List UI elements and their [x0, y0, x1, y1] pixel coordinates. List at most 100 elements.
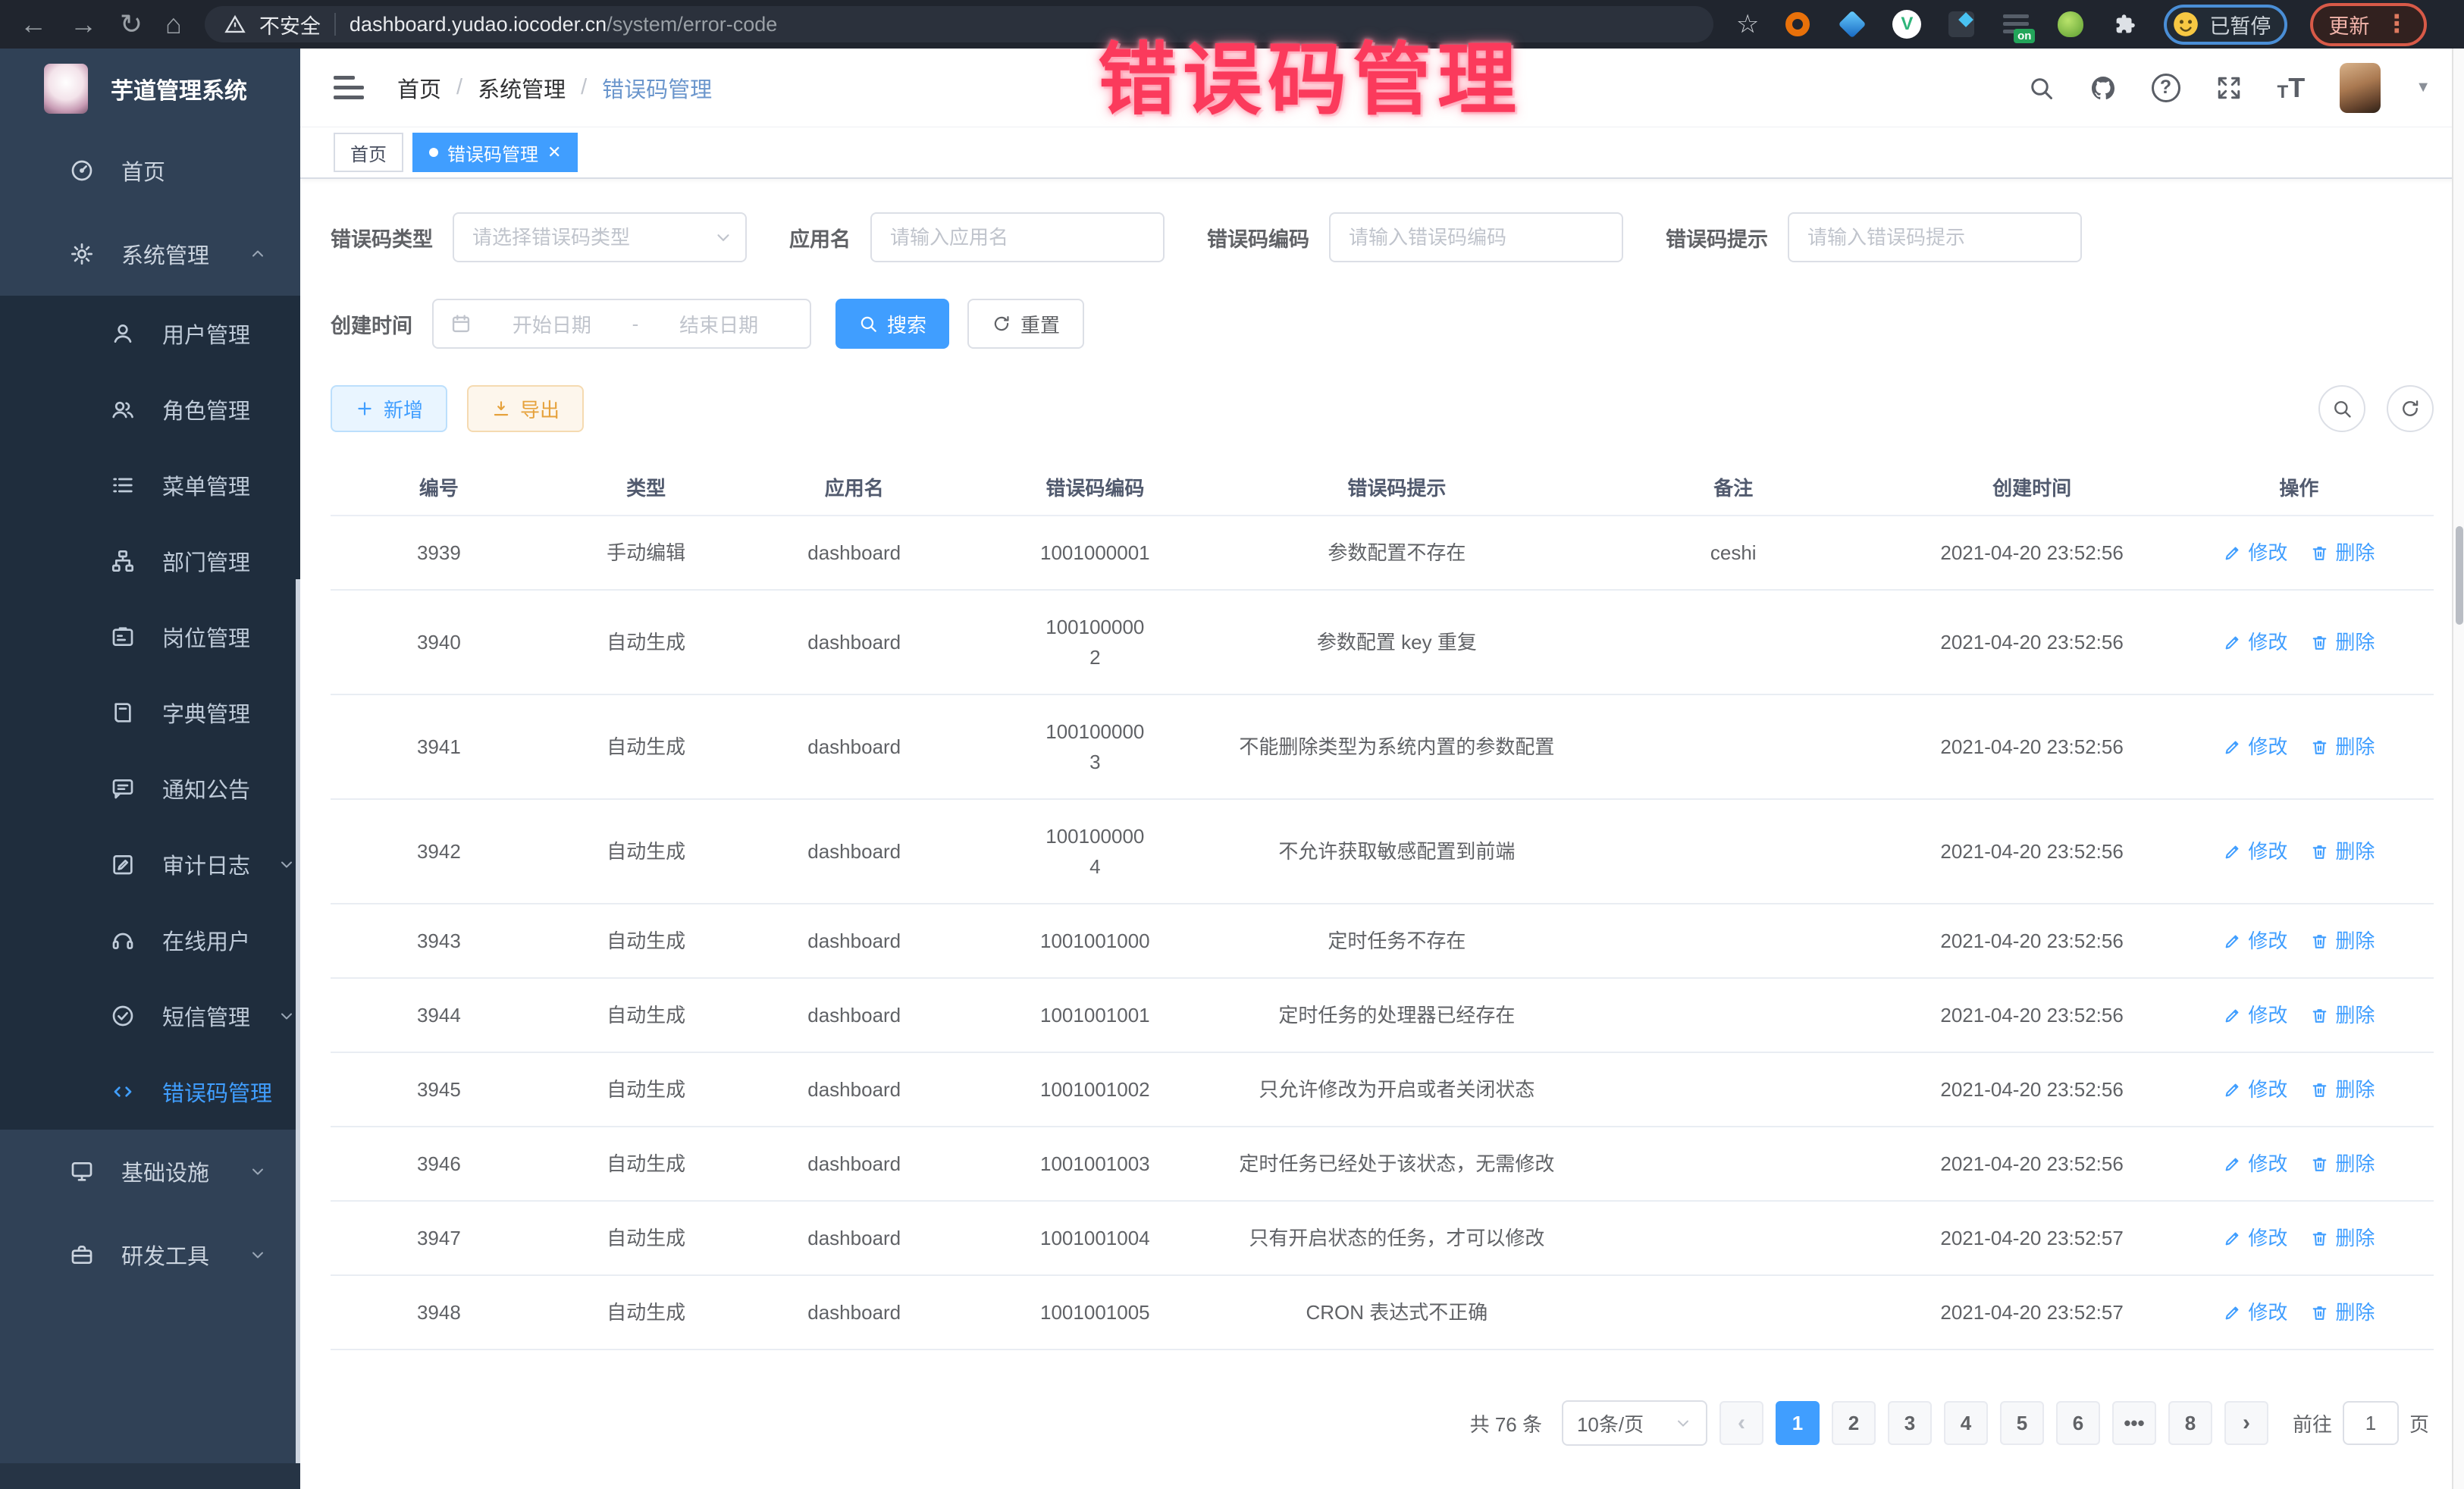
browser-forward-icon[interactable]: →: [70, 11, 97, 38]
edit-link[interactable]: 修改: [2223, 538, 2287, 568]
prev-page-button[interactable]: ‹: [1719, 1401, 1763, 1445]
page-button-4[interactable]: 4: [1944, 1401, 1988, 1445]
goto-page-input[interactable]: [2343, 1401, 2399, 1445]
sidebar-item-home[interactable]: 首页: [0, 129, 300, 212]
sidebar-item-audit-log[interactable]: 审计日志: [0, 826, 300, 902]
toggle-search-button[interactable]: [2318, 385, 2365, 432]
edit-link[interactable]: 修改: [2223, 1149, 2287, 1179]
extension-switch-icon[interactable]: on: [2000, 8, 2032, 40]
list-icon: [111, 473, 135, 497]
edit-link[interactable]: 修改: [2223, 1000, 2287, 1030]
sidebar-item-post-management[interactable]: 岗位管理: [0, 599, 300, 675]
sidebar-item-notice-announcement[interactable]: 通知公告: [0, 751, 300, 826]
scrollbar-thumb[interactable]: [2456, 526, 2463, 625]
sidebar-item-menu-management[interactable]: 菜单管理: [0, 447, 300, 523]
edit-link[interactable]: 修改: [2223, 732, 2287, 762]
url-path: /system/error-code: [607, 13, 777, 36]
browser-update-button[interactable]: 更新 ⋮: [2310, 3, 2427, 46]
extension-vue-devtools-icon[interactable]: V: [1891, 8, 1923, 40]
emoji-face-icon: [2171, 10, 2200, 39]
edit-link[interactable]: 修改: [2223, 627, 2287, 657]
extensions-puzzle-icon[interactable]: [2109, 8, 2141, 40]
sidebar-item-system-management[interactable]: 系统管理: [0, 212, 300, 296]
font-size-icon[interactable]: TT: [2277, 74, 2306, 102]
extension-spy-icon[interactable]: [2055, 8, 2086, 40]
page-button-6[interactable]: 6: [2056, 1401, 2100, 1445]
fullscreen-icon[interactable]: [2215, 74, 2243, 102]
extension-grid-icon[interactable]: [1945, 8, 1977, 40]
table-row: 3939 手动编辑 dashboard 1001000001 参数配置不存在 c…: [331, 516, 2434, 591]
delete-link[interactable]: 删除: [2310, 732, 2375, 762]
sidebar-collapse-bar[interactable]: [0, 1463, 300, 1489]
delete-link[interactable]: 删除: [2310, 1000, 2375, 1030]
search-button[interactable]: 搜索: [835, 299, 949, 349]
browser-back-icon[interactable]: ←: [20, 11, 47, 38]
avatar-caret-icon[interactable]: ▼: [2415, 79, 2431, 96]
delete-link[interactable]: 删除: [2310, 926, 2375, 956]
tab-error-code-management[interactable]: 错误码管理 ✕: [412, 133, 578, 172]
delete-link[interactable]: 删除: [2310, 1223, 2375, 1253]
sidebar-item-department-management[interactable]: 部门管理: [0, 523, 300, 599]
breadcrumb-home[interactable]: 首页: [397, 72, 441, 104]
next-page-button[interactable]: ›: [2224, 1401, 2268, 1445]
table-row: 3942 自动生成 dashboard 100100000 4 不允许获取敏感配…: [331, 800, 2434, 904]
sidebar-item-dev-tools[interactable]: 研发工具: [0, 1213, 300, 1296]
error-code-type-select[interactable]: [453, 212, 747, 262]
user-avatar[interactable]: [2340, 63, 2381, 113]
delete-link[interactable]: 删除: [2310, 1149, 2375, 1179]
sidebar-item-sms-management[interactable]: 短信管理: [0, 978, 300, 1054]
app-name-input[interactable]: [870, 212, 1165, 262]
page-size-select[interactable]: 10条/页: [1562, 1400, 1707, 1446]
bookmark-star-icon[interactable]: ☆: [1736, 9, 1759, 39]
tab-home[interactable]: 首页: [334, 133, 403, 172]
page-button-2[interactable]: 2: [1832, 1401, 1876, 1445]
refresh-table-button[interactable]: [2387, 385, 2434, 432]
delete-link[interactable]: 删除: [2310, 538, 2375, 568]
page-button-5[interactable]: 5: [2000, 1401, 2044, 1445]
browser-reload-icon[interactable]: ↻: [120, 11, 143, 38]
start-date-placeholder[interactable]: 开始日期: [478, 310, 626, 338]
search-icon[interactable]: [2027, 74, 2055, 102]
edit-link[interactable]: 修改: [2223, 1297, 2287, 1328]
paused-profile-pill[interactable]: 已暂停: [2164, 5, 2287, 45]
pencil-icon: [2223, 738, 2242, 757]
end-date-placeholder[interactable]: 结束日期: [644, 310, 793, 338]
page-button-8[interactable]: 8: [2168, 1401, 2212, 1445]
reset-button[interactable]: 重置: [967, 299, 1084, 349]
delete-link[interactable]: 删除: [2310, 1297, 2375, 1328]
delete-link[interactable]: 删除: [2310, 836, 2375, 867]
app-logo[interactable]: 芋道管理系统: [0, 49, 300, 129]
hamburger-icon[interactable]: [334, 76, 364, 99]
extension-blue-gem-icon[interactable]: [1836, 8, 1868, 40]
error-hint-input[interactable]: [1788, 212, 2082, 262]
page-scrollbar[interactable]: [2452, 49, 2464, 1489]
edit-link[interactable]: 修改: [2223, 926, 2287, 956]
sidebar-item-infrastructure[interactable]: 基础设施: [0, 1130, 300, 1213]
sidebar-item-error-code-management[interactable]: 错误码管理: [0, 1054, 300, 1130]
error-code-input[interactable]: [1329, 212, 1623, 262]
sidebar-item-online-users[interactable]: 在线用户: [0, 902, 300, 978]
more-pages-button[interactable]: •••: [2112, 1401, 2156, 1445]
edit-link[interactable]: 修改: [2223, 1074, 2287, 1105]
date-range-picker[interactable]: 开始日期 - 结束日期: [432, 299, 811, 349]
github-icon[interactable]: [2089, 74, 2117, 102]
extension-orange-ring-icon[interactable]: [1782, 8, 1814, 40]
edit-link[interactable]: 修改: [2223, 836, 2287, 867]
delete-link[interactable]: 删除: [2310, 1074, 2375, 1105]
delete-link[interactable]: 删除: [2310, 627, 2375, 657]
help-icon[interactable]: ?: [2152, 74, 2180, 102]
page-button-1[interactable]: 1: [1776, 1401, 1820, 1445]
browser-home-icon[interactable]: ⌂: [165, 11, 182, 38]
close-icon[interactable]: ✕: [547, 143, 561, 162]
sidebar-item-user-management[interactable]: 用户管理: [0, 296, 300, 371]
page-button-3[interactable]: 3: [1888, 1401, 1932, 1445]
edit-link[interactable]: 修改: [2223, 1223, 2287, 1253]
sidebar-item-role-management[interactable]: 角色管理: [0, 371, 300, 447]
table-row: 3946 自动生成 dashboard 1001001003 定时任务已经处于该…: [331, 1127, 2434, 1202]
sidebar-item-dict-management[interactable]: 字典管理: [0, 675, 300, 751]
breadcrumb-system-management[interactable]: 系统管理: [478, 72, 566, 104]
browser-menu-icon[interactable]: ⋮: [2384, 14, 2409, 34]
add-button[interactable]: 新增: [331, 385, 447, 432]
export-button[interactable]: 导出: [467, 385, 584, 432]
error-code-type-input[interactable]: [453, 212, 747, 262]
